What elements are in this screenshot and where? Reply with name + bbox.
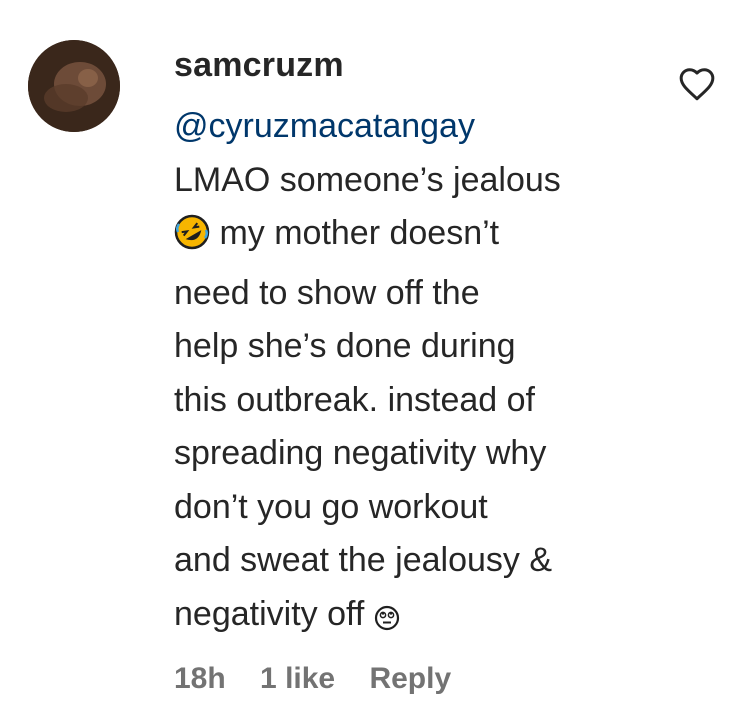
comment-footer: 18h 1 like Reply	[174, 662, 477, 696]
avatar-photo	[28, 40, 120, 132]
comment-line: help she’s done during	[174, 327, 516, 365]
like-count[interactable]: 1 like	[260, 662, 335, 695]
comment-line: negativity off	[174, 588, 644, 648]
comment-line-text: negativity off	[174, 594, 365, 633]
comment-line: LMAO someone’s jealous	[174, 160, 561, 199]
comment-line: spreading negativity why	[174, 434, 547, 472]
avatar[interactable]	[28, 40, 120, 132]
comment-line: don’t you go workout	[174, 487, 488, 526]
comment-line: and sweat the jealousy &	[174, 541, 553, 579]
like-button[interactable]	[678, 66, 716, 102]
comment-username[interactable]: samcruzm	[174, 46, 344, 85]
reply-button[interactable]: Reply	[369, 662, 451, 695]
comment-line: my mother doesn’t	[174, 207, 644, 267]
heart-outline-icon	[679, 68, 715, 101]
comment-line: need to show off the	[174, 273, 480, 312]
comment-body: @cyruzmacatangay LMAO someone’s jealous …	[174, 100, 644, 647]
rolling-on-floor-laughing-emoji	[174, 213, 210, 267]
comment-line-text: my mother doesn’t	[210, 214, 500, 252]
comment-timestamp[interactable]: 18h	[174, 662, 226, 695]
comment-line: this outbreak. instead of	[174, 380, 536, 419]
face-with-rolling-eyes-emoji	[374, 594, 400, 648]
mention-link[interactable]: @cyruzmacatangay	[174, 100, 644, 154]
